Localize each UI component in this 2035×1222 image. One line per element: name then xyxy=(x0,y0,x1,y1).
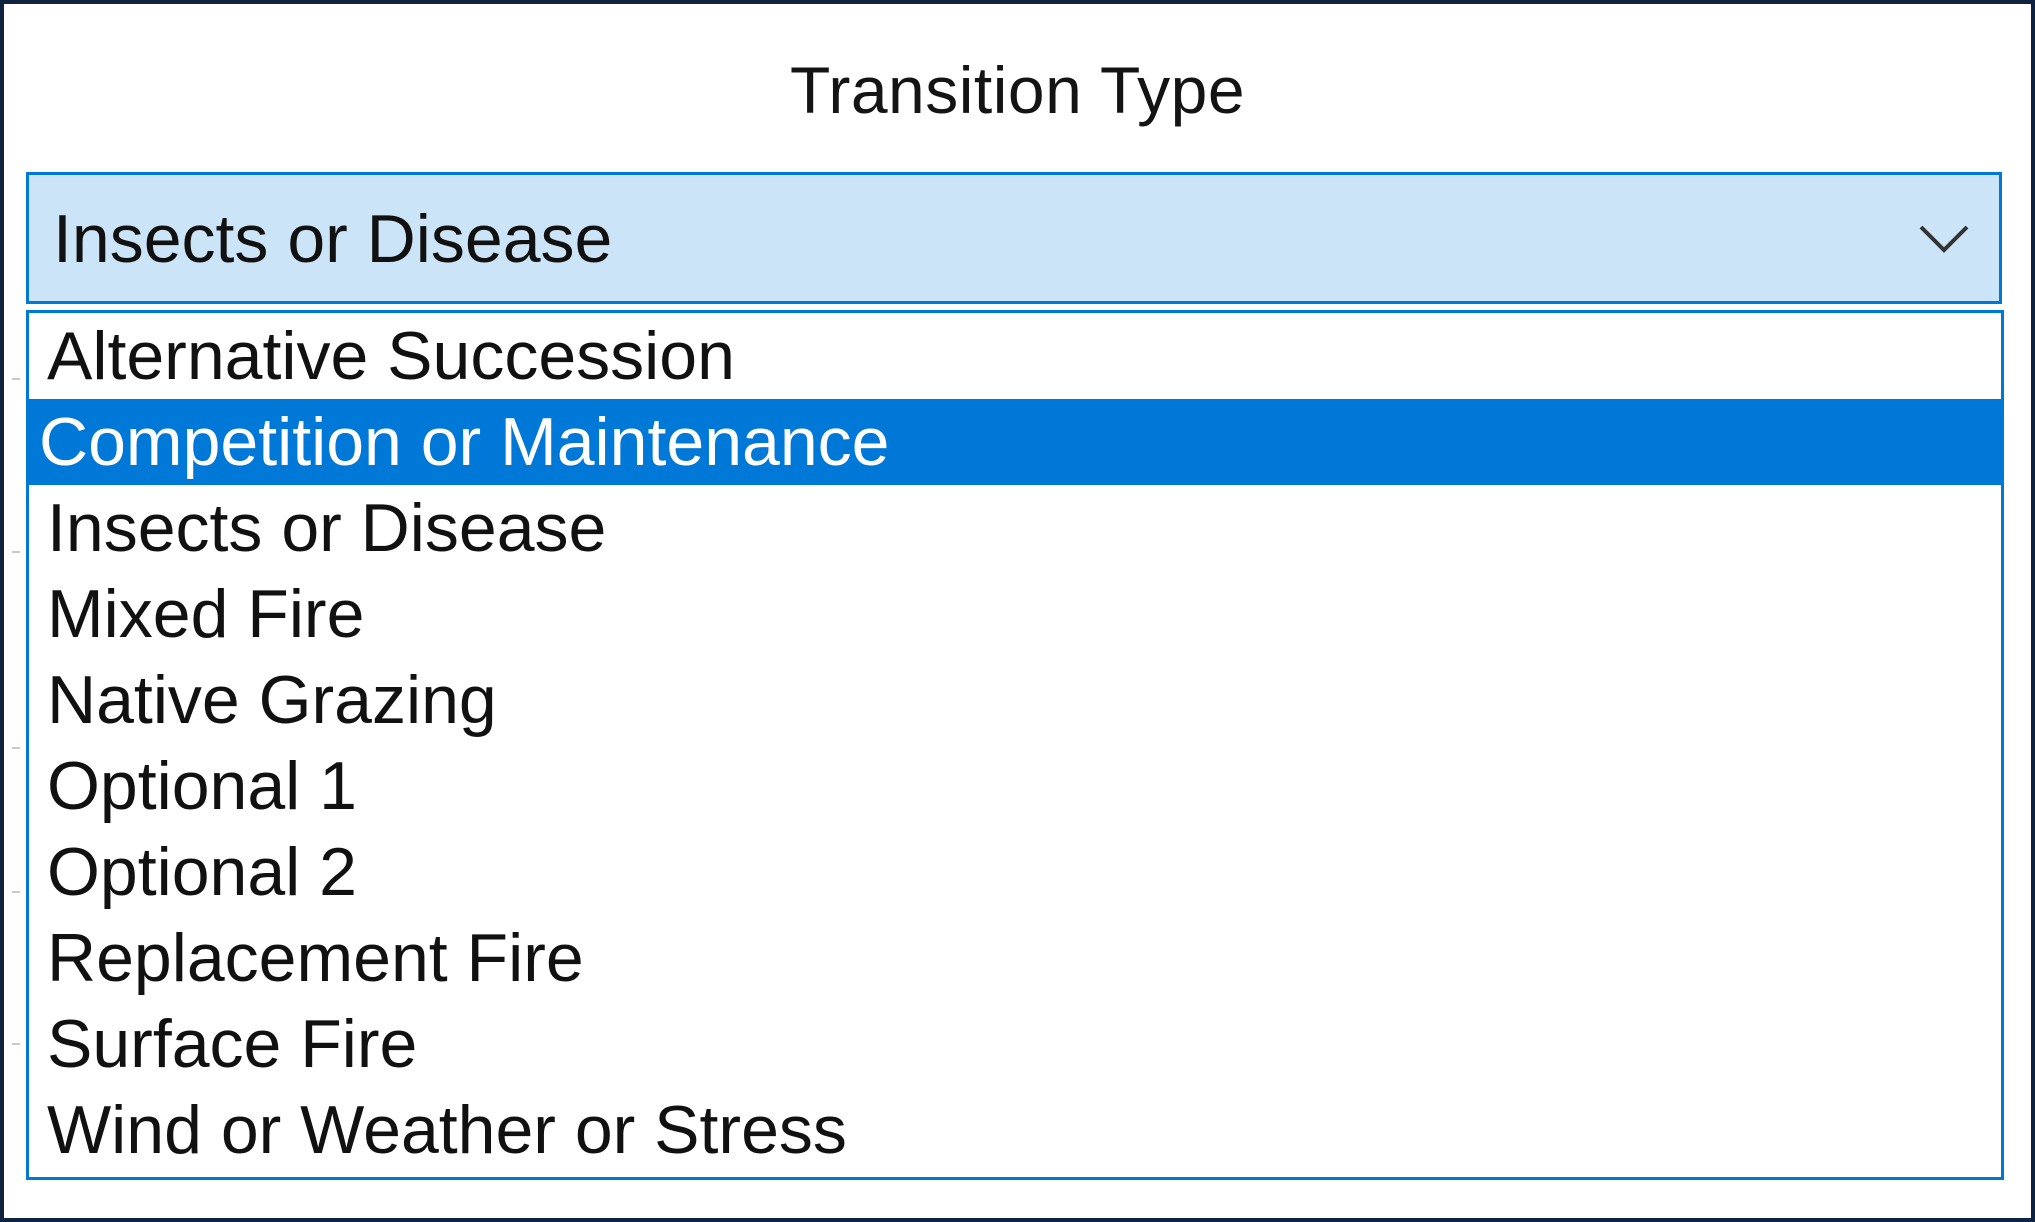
transition-type-dropdown-list[interactable]: Alternative Succession Competition or Ma… xyxy=(26,310,2004,1180)
grid-line xyxy=(12,551,20,553)
dropdown-option-wind-or-weather-or-stress[interactable]: Wind or Weather or Stress xyxy=(29,1087,2001,1173)
grid-line xyxy=(12,747,20,749)
dropdown-option-surface-fire[interactable]: Surface Fire xyxy=(29,1001,2001,1087)
grid-line xyxy=(12,1043,20,1045)
grid-line xyxy=(12,891,20,893)
dropdown-option-alternative-succession[interactable]: Alternative Succession xyxy=(29,313,2001,399)
dropdown-option-competition-or-maintenance[interactable]: Competition or Maintenance xyxy=(29,399,2001,485)
chevron-down-icon[interactable] xyxy=(1909,205,1979,275)
combobox-selected-value: Insects or Disease xyxy=(53,201,613,277)
dropdown-option-optional-2[interactable]: Optional 2 xyxy=(29,829,2001,915)
dropdown-option-replacement-fire[interactable]: Replacement Fire xyxy=(29,915,2001,1001)
column-header-transition-type: Transition Type xyxy=(789,53,1246,127)
grid-line xyxy=(12,378,20,380)
transition-type-combobox[interactable]: Insects or Disease xyxy=(26,172,2002,304)
dropdown-option-optional-1[interactable]: Optional 1 xyxy=(29,743,2001,829)
dropdown-option-insects-or-disease[interactable]: Insects or Disease xyxy=(29,485,2001,571)
dropdown-option-mixed-fire[interactable]: Mixed Fire xyxy=(29,571,2001,657)
dropdown-option-native-grazing[interactable]: Native Grazing xyxy=(29,657,2001,743)
